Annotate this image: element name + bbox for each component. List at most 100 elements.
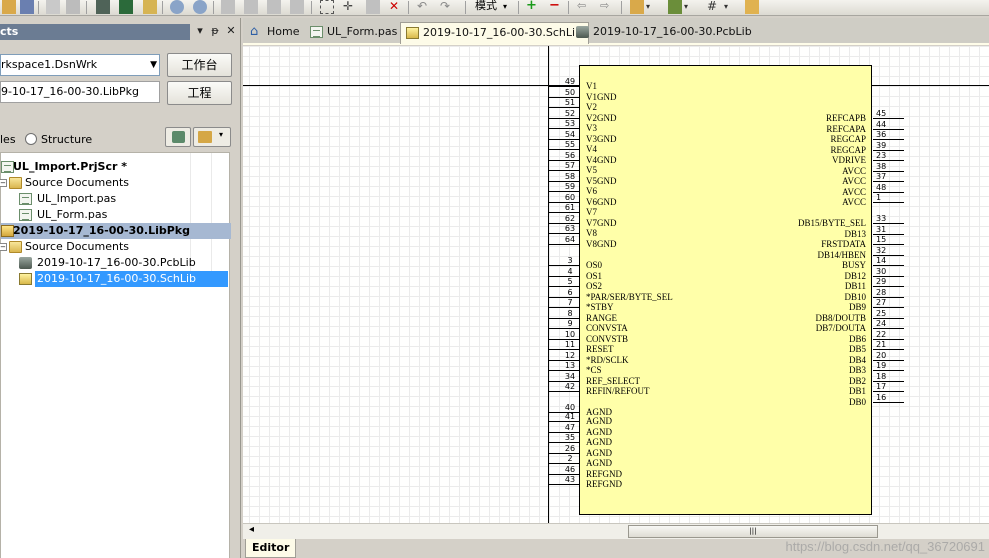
pin-number: 59 xyxy=(564,182,576,191)
tree-item-pcblib[interactable]: 2019-10-17_16-00-30.PcbLib xyxy=(1,255,231,271)
workspace-select[interactable]: rkspace1.DsnWrk ▼ xyxy=(0,54,160,76)
close-icon[interactable]: ✕ xyxy=(224,24,238,37)
refresh-button[interactable] xyxy=(165,127,191,147)
pin-name: AVCC xyxy=(842,165,866,176)
schematic-library-icon xyxy=(19,273,32,285)
workspace-button[interactable]: 工作台 xyxy=(167,53,232,77)
pin-number: 45 xyxy=(876,109,887,118)
pin-number: 38 xyxy=(876,161,887,171)
pin-name: CONVSTB xyxy=(586,333,629,344)
zoom-in-icon[interactable] xyxy=(170,0,184,14)
pin-number: 21 xyxy=(876,340,887,349)
project-options-button[interactable]: ▾ xyxy=(193,127,231,147)
pin-name: DB15/BYTE_SEL xyxy=(797,218,866,228)
pin-name: RANGE xyxy=(586,312,617,323)
pin-name: DB9 xyxy=(848,302,866,312)
pin-name: V6GND xyxy=(586,196,617,207)
tree-item-libpkg[interactable]: 2019-10-17_16-00-30.LibPkg xyxy=(1,223,231,239)
structure-radio-label[interactable]: Structure xyxy=(41,133,92,146)
tree-item-ul-form[interactable]: UL_Form.pas xyxy=(1,207,231,223)
deselect-icon[interactable]: ✕ xyxy=(389,0,403,14)
undo-icon[interactable]: ↶ xyxy=(417,0,431,14)
pin-number: 64 xyxy=(564,234,576,244)
board-icon[interactable] xyxy=(119,0,133,14)
model-icon[interactable] xyxy=(745,0,759,14)
project-button[interactable]: 工程 xyxy=(167,81,232,105)
scroll-left-icon[interactable]: ◂ xyxy=(249,524,254,535)
grid-icon[interactable]: # xyxy=(707,0,721,14)
tab-schlib[interactable]: 2019-10-17_16-00-30.SchLib xyxy=(400,22,590,44)
pin-number: 33 xyxy=(876,214,887,223)
copy-icon[interactable] xyxy=(244,0,258,14)
previous-part-icon[interactable]: ⇦ xyxy=(577,0,591,14)
pin-name: V4GND xyxy=(586,154,617,165)
pin-number: 62 xyxy=(564,213,576,223)
project-field[interactable]: 9-10-17_16-00-30.LibPkg xyxy=(0,81,160,103)
zoom-out-icon[interactable] xyxy=(193,0,207,14)
pin-number: 3 xyxy=(567,256,573,265)
move-selection-icon[interactable] xyxy=(366,0,380,14)
pin-number: 58 xyxy=(564,171,576,181)
scrollbar-thumb[interactable]: ||| xyxy=(628,525,878,538)
pin-name: REFCAPB xyxy=(825,113,866,123)
pin-number: 26 xyxy=(564,443,576,453)
remove-part-icon[interactable]: − xyxy=(549,0,563,14)
drawing-tools-icon[interactable] xyxy=(668,0,682,14)
tree-item-ul-import[interactable]: UL_Import.pas xyxy=(1,191,231,207)
pin-number: 8 xyxy=(567,308,573,318)
pin-number: 17 xyxy=(876,382,887,391)
tree-item-source-documents[interactable]: − Source Documents xyxy=(0,239,231,255)
tree-item-source-documents[interactable]: − Source Documents xyxy=(0,175,231,191)
tab-home[interactable]: ⌂ Home xyxy=(245,22,305,44)
pin-number: 54 xyxy=(564,129,576,139)
files-radio-label[interactable]: les xyxy=(0,133,16,146)
pin-name: DB13 xyxy=(844,228,866,239)
structure-radio[interactable] xyxy=(25,133,37,145)
tab-ul-form[interactable]: UL_Form.pas xyxy=(305,22,403,44)
paste-icon[interactable] xyxy=(267,0,281,14)
move-icon[interactable]: ✛ xyxy=(343,0,357,14)
watermark: https://blog.csdn.net/qq_36720691 xyxy=(785,539,986,554)
pin-number: 6 xyxy=(567,287,573,297)
select-area-icon[interactable] xyxy=(320,0,334,14)
pin-number: 36 xyxy=(876,130,887,139)
pin-name: *PAR/SER/BYTE_SEL xyxy=(586,291,673,302)
cut-icon[interactable] xyxy=(221,0,235,14)
add-part-icon[interactable]: + xyxy=(526,0,540,14)
collapse-icon[interactable]: − xyxy=(0,243,7,251)
panel-menu-icon[interactable]: ▾ xyxy=(193,24,207,37)
next-part-icon[interactable]: ⇨ xyxy=(600,0,614,14)
tab-editor[interactable]: Editor xyxy=(245,539,297,558)
place-pin-icon[interactable] xyxy=(630,0,644,14)
mode-dropdown[interactable]: 模式 xyxy=(475,0,507,13)
print-preview-icon[interactable] xyxy=(66,0,80,14)
rubber-stamp-icon[interactable] xyxy=(290,0,304,14)
redo-icon[interactable]: ↷ xyxy=(440,0,454,14)
tree-item-schlib[interactable]: 2019-10-17_16-00-30.SchLib xyxy=(1,271,231,287)
pin-line[interactable] xyxy=(548,484,579,485)
chevron-down-icon[interactable]: ▾ xyxy=(646,2,650,11)
pin-name: *CS xyxy=(586,365,602,375)
pin-line[interactable] xyxy=(873,401,904,403)
open-icon[interactable] xyxy=(2,0,16,14)
tree-item-prjscr[interactable]: UL_Import.PrjScr * xyxy=(1,159,231,175)
component-icon[interactable] xyxy=(96,0,110,14)
pin-number: 10 xyxy=(564,329,576,339)
pin-name: DB12 xyxy=(844,270,866,281)
pin-name: REGCAP xyxy=(830,134,866,144)
pin-icon[interactable]: ᵽ xyxy=(208,24,222,37)
collapse-icon[interactable]: − xyxy=(0,179,7,187)
save-icon[interactable] xyxy=(20,0,34,14)
horizontal-scrollbar[interactable]: ◂ ||| xyxy=(243,523,989,539)
schematic-canvas[interactable]: 49 V1 50 V1GND 51 V2 52 V2GND 53 V3 54 V3GND 55 V4 56 V… xyxy=(243,46,989,523)
tab-pcblib[interactable]: 2019-10-17_16-00-30.PcbLib xyxy=(571,22,758,44)
pin-line[interactable] xyxy=(548,243,579,245)
print-icon[interactable] xyxy=(46,0,60,14)
schematic-library-icon xyxy=(406,27,419,39)
pin-line[interactable] xyxy=(548,391,579,392)
pin-number: 51 xyxy=(564,98,576,107)
chevron-down-icon[interactable]: ▾ xyxy=(724,2,728,11)
pin-line[interactable] xyxy=(873,202,904,203)
chevron-down-icon[interactable]: ▾ xyxy=(684,2,688,11)
folder-icon[interactable] xyxy=(143,0,157,14)
